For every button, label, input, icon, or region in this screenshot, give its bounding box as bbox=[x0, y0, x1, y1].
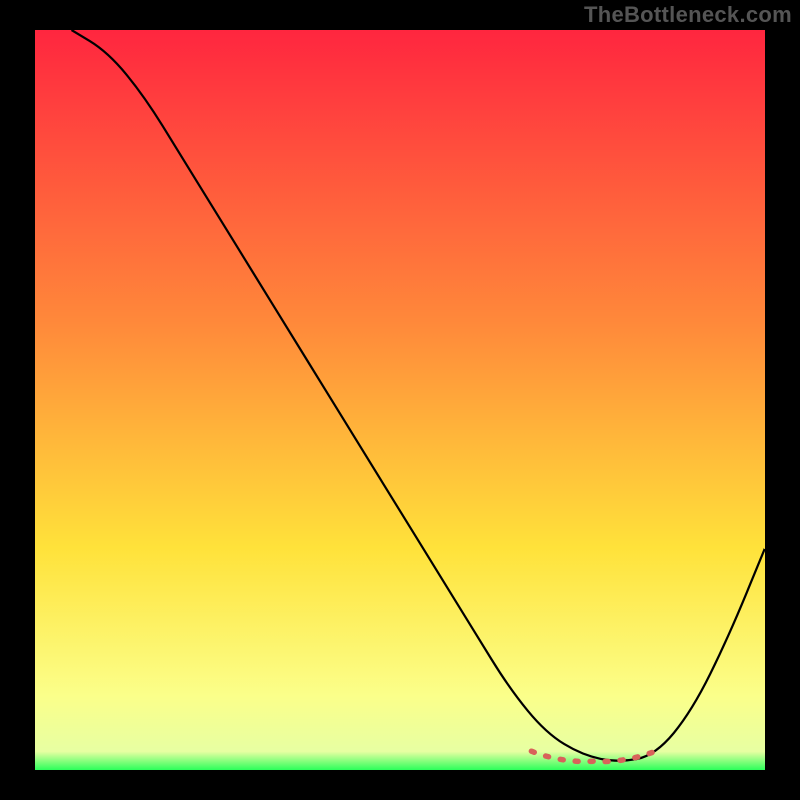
watermark-text: TheBottleneck.com bbox=[584, 2, 792, 28]
plot-frame bbox=[35, 30, 765, 770]
gradient-background bbox=[35, 30, 765, 770]
chart-container: TheBottleneck.com bbox=[0, 0, 800, 800]
